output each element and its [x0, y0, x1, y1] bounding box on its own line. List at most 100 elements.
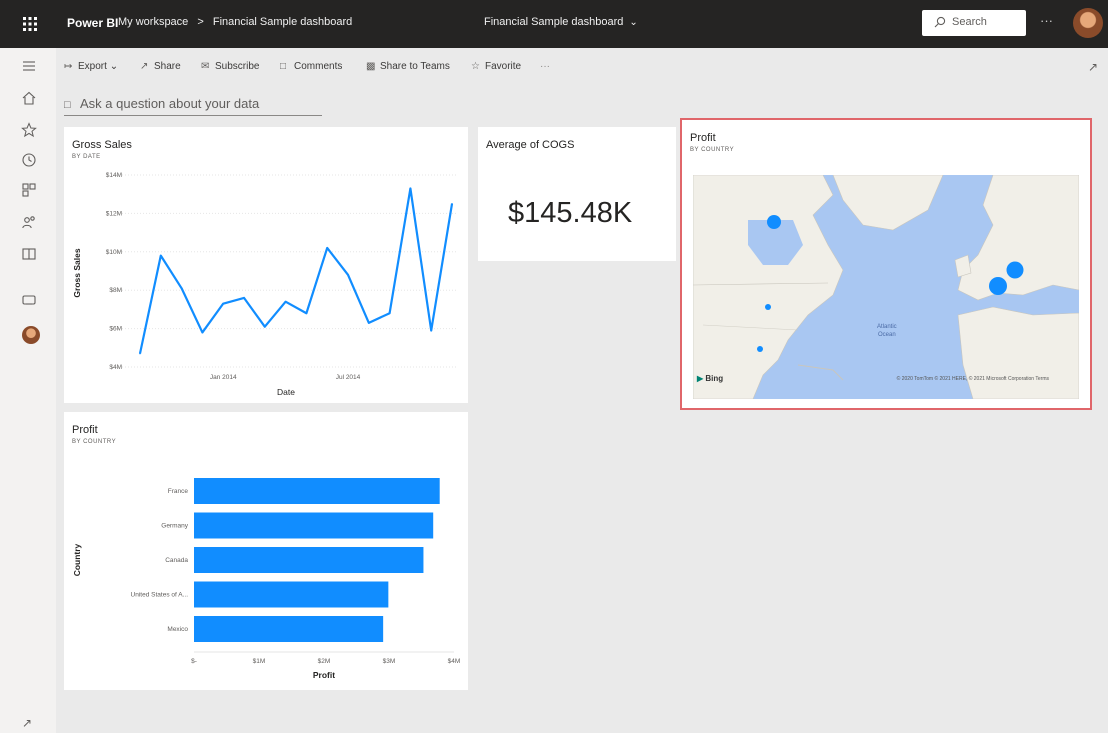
- dashboard-toolbar: ↦ Export ⌄ ↗ Share ✉ Subscribe □ Comments ▩ S…: [56, 48, 1108, 86]
- data-point: [451, 203, 453, 205]
- recent-clock-icon[interactable]: [21, 152, 37, 168]
- map-point-canada: [767, 215, 781, 229]
- x-axis-title: Date: [277, 387, 295, 397]
- tile-subtitle: BY COUNTRY: [690, 147, 735, 153]
- data-point: [388, 312, 391, 315]
- comment-icon: □: [280, 61, 287, 72]
- workspaces-icon[interactable]: [21, 292, 37, 308]
- share-to-teams-button[interactable]: ▩ Share to Teams: [366, 61, 450, 72]
- workspace-avatar[interactable]: [22, 326, 40, 344]
- data-point: [222, 302, 224, 305]
- chat-bubble-icon: □: [64, 99, 71, 111]
- more-actions-button[interactable]: ···: [540, 61, 550, 72]
- favorites-star-icon[interactable]: [21, 122, 37, 138]
- learn-book-icon[interactable]: [21, 246, 37, 262]
- share-icon: ↗: [140, 61, 149, 72]
- share-button[interactable]: ↗ Share: [140, 61, 181, 72]
- comments-label: Comments: [294, 61, 343, 72]
- map-land-shapes: [693, 175, 1079, 399]
- map-point-france: [989, 277, 1007, 295]
- more-options-icon[interactable]: ···: [1040, 13, 1053, 28]
- y-tick-label: $4M: [109, 364, 122, 371]
- category-label: United States of A...: [131, 592, 189, 599]
- data-point: [347, 274, 349, 276]
- tile-title: Profit: [690, 132, 716, 144]
- category-label: France: [168, 488, 189, 495]
- category-label: Canada: [165, 557, 188, 564]
- breadcrumb-workspace[interactable]: My workspace: [118, 16, 188, 28]
- tile-profit-map[interactable]: Profit BY COUNTRY Atlantic Ocean ▶ Bing …: [680, 118, 1092, 410]
- qna-input[interactable]: □ Ask a question about your data: [64, 92, 322, 116]
- apps-icon[interactable]: [21, 182, 37, 198]
- search-box[interactable]: Search: [922, 10, 1026, 36]
- comments-button[interactable]: □ Comments: [280, 61, 342, 72]
- ocean-label: Atlantic Ocean: [877, 324, 897, 338]
- fullscreen-expand-icon[interactable]: ↗: [1088, 60, 1098, 74]
- tile-profit-by-country[interactable]: Profit BY COUNTRY $- $1M $2M $3M $4M France Ge…: [64, 412, 468, 690]
- map-point-mexico: [757, 346, 763, 352]
- favorite-button[interactable]: ☆ Favorite: [471, 61, 521, 72]
- x-tick-label: $2M: [318, 658, 331, 665]
- share-to-teams-label: Share to Teams: [380, 61, 450, 72]
- data-point: [139, 352, 141, 355]
- hamburger-icon[interactable]: [21, 58, 37, 74]
- user-avatar[interactable]: [1073, 8, 1103, 38]
- bar-france: [194, 478, 440, 504]
- data-point: [180, 287, 183, 290]
- tile-average-cogs[interactable]: Average of COGS $145.48K: [478, 127, 676, 261]
- data-point: [409, 187, 412, 190]
- map-copyright: © 2020 TomTom © 2021 HERE, © 2021 Micros…: [896, 376, 1049, 382]
- data-point: [368, 322, 370, 324]
- bar-canada: [194, 547, 424, 573]
- dashboard-title: Financial Sample dashboard: [484, 16, 624, 28]
- brand-label[interactable]: Power BI: [67, 16, 118, 30]
- share-label: Share: [154, 61, 181, 72]
- y-tick-label: $8M: [109, 287, 122, 294]
- y-tick-label: $10M: [106, 249, 122, 256]
- teams-icon: ▩: [366, 61, 376, 72]
- shared-with-me-icon[interactable]: [21, 214, 37, 230]
- y-axis-title: Gross Sales: [72, 248, 82, 297]
- breadcrumb-dashboard[interactable]: Financial Sample dashboard: [213, 16, 352, 28]
- export-label: Export: [78, 61, 107, 72]
- breadcrumb-separator: >: [197, 16, 204, 28]
- dashboard-title-menu[interactable]: Financial Sample dashboard ⌄: [484, 16, 638, 28]
- map-point-germany: [1006, 261, 1024, 279]
- chevron-down-icon: ⌄: [109, 61, 119, 72]
- x-axis-title: Profit: [313, 670, 335, 680]
- bing-logo: ▶ Bing: [697, 374, 724, 383]
- data-point: [305, 312, 308, 315]
- data-point: [326, 247, 329, 249]
- y-axis-title: Country: [72, 543, 82, 576]
- subscribe-button[interactable]: ✉ Subscribe: [201, 61, 259, 72]
- kpi-value: $145.48K: [508, 197, 633, 229]
- home-icon[interactable]: [21, 90, 37, 106]
- breadcrumb: My workspace > Financial Sample dashboar…: [118, 16, 358, 28]
- map-visual[interactable]: Atlantic Ocean ▶ Bing © 2020 TomTom © 202…: [693, 175, 1079, 399]
- data-point: [284, 300, 287, 303]
- chevron-down-icon: ⌄: [629, 17, 638, 28]
- tile-gross-sales[interactable]: Gross Sales BY DATE $4M $6M $8M $10M $12M $14…: [64, 127, 468, 403]
- map-point-united-states: [765, 304, 771, 310]
- x-tick-label: $3M: [383, 658, 396, 665]
- bar-mexico: [194, 616, 384, 642]
- mail-icon: ✉: [201, 61, 210, 72]
- expand-nav-icon[interactable]: ↗: [22, 716, 32, 730]
- favorite-label: Favorite: [485, 61, 522, 72]
- bar-germany: [194, 512, 434, 539]
- x-tick-label: $-: [191, 658, 197, 665]
- data-point: [243, 297, 245, 299]
- profit-bar-chart: $- $1M $2M $3M $4M France Germany Canada United …: [72, 478, 461, 680]
- export-button[interactable]: ↦ Export ⌄: [64, 61, 118, 72]
- data-point: [160, 254, 162, 257]
- app-launcher-icon[interactable]: [20, 14, 40, 34]
- subscribe-label: Subscribe: [215, 61, 260, 72]
- star-icon: ☆: [471, 61, 480, 72]
- gross-sales-line-chart: $4M $6M $8M $10M $12M $14M Jan 2014 Jul 2014 Dat…: [72, 172, 456, 397]
- data-point: [264, 325, 266, 328]
- bar-united-states-of-a-: [194, 581, 389, 608]
- x-tick-label: $1M: [253, 658, 266, 665]
- search-icon: [934, 16, 946, 28]
- category-label: Germany: [161, 523, 188, 530]
- x-tick-label: $4M: [448, 658, 461, 665]
